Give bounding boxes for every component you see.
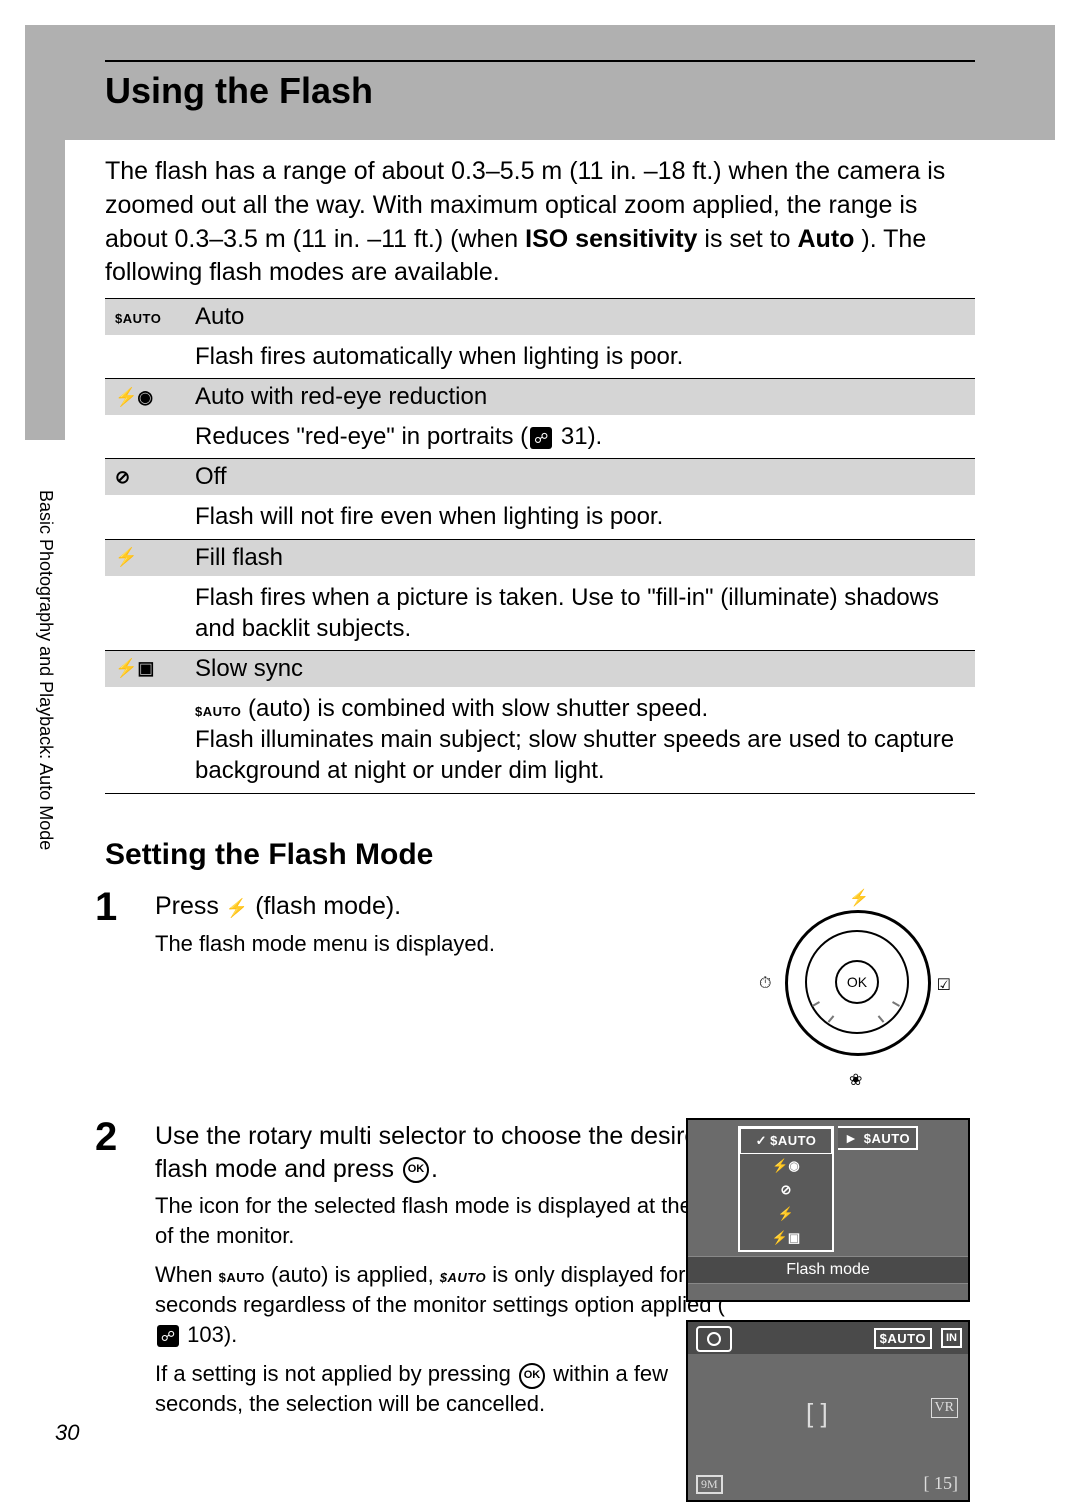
slowsync-rest: Flash illuminates main subject; slow shu… xyxy=(195,726,954,784)
flash-mode-icon: ⚡ xyxy=(226,898,248,918)
intro-bold-iso: ISO sensitivity xyxy=(525,225,697,253)
step-number: 2 xyxy=(95,1115,117,1160)
camera-mode-icon xyxy=(696,1326,732,1352)
mode-desc: Flash will not fire even when lighting i… xyxy=(185,495,975,539)
rotary-multi-selector-diagram: OK ⚡ ❀ ⏱ ☑ xyxy=(755,890,955,1090)
p3-pre: If a setting is not applied by pressing xyxy=(155,1361,517,1386)
auto-label: $AUTO xyxy=(880,1331,926,1346)
ok-button-icon: OK xyxy=(835,960,879,1004)
option-slowsync: ⚡▣ xyxy=(740,1226,832,1250)
mode-row-auto: $AUTO Auto xyxy=(105,299,975,336)
monitor-flash-mode-menu: ✓ $AUTO ⚡◉ ⊘ ⚡ ⚡▣ ► $AUTO Flash mode xyxy=(686,1118,970,1302)
mode-row-fill: ⚡ Fill flash xyxy=(105,539,975,576)
left-gray-band xyxy=(25,140,65,440)
dial-top-flash-icon: ⚡ xyxy=(849,888,869,908)
mode-desc: Reduces "red-eye" in portraits (☍ 31). xyxy=(185,415,975,459)
ok-inline-icon: OK xyxy=(403,1157,429,1183)
dial-bottom-macro-icon: ❀ xyxy=(849,1070,862,1090)
option-fill: ⚡ xyxy=(740,1202,832,1226)
step-1: 1 Press ⚡ (flash mode). The flash mode m… xyxy=(115,890,780,968)
monitor-shooting-display: $AUTO IN [ ] VR 9M [ 15] xyxy=(686,1320,970,1502)
option-auto: ✓ $AUTO xyxy=(740,1128,832,1154)
slowsync-lead: (auto) is combined with slow shutter spe… xyxy=(241,695,708,722)
mode-name: Auto with red-eye reduction xyxy=(185,379,975,416)
step-1-body: The flash mode menu is displayed. xyxy=(155,929,780,959)
page-ref-icon: ☍ xyxy=(157,1325,179,1347)
desc-pre: Reduces "red-eye" in portraits ( xyxy=(195,423,528,450)
auto-icon-outline: $AUTO xyxy=(440,1270,486,1285)
vr-indicator: VR xyxy=(931,1398,958,1418)
p2-end: ). xyxy=(224,1322,237,1347)
title-rule xyxy=(105,60,975,62)
mode-name: Auto xyxy=(185,299,975,336)
page-title: Using the Flash xyxy=(105,70,373,112)
opt-label: $AUTO xyxy=(770,1133,816,1148)
page-ref: 103 xyxy=(187,1322,224,1347)
page-ref: 31 xyxy=(561,423,588,450)
p2-mid: (auto) is applied, xyxy=(265,1262,440,1287)
section-setting-flash-mode: Setting the Flash Mode xyxy=(105,838,433,872)
page-ref-icon: ☍ xyxy=(530,427,552,449)
shots-remaining: [ 15] xyxy=(924,1473,959,1494)
mode-desc: Flash fires when a picture is taken. Use… xyxy=(185,576,975,651)
mode-row-slowsync: ⚡▣ Slow sync xyxy=(105,650,975,687)
dial-right-exposure-icon: ☑ xyxy=(937,975,951,995)
flash-off-icon: ⊘ xyxy=(115,467,130,488)
ok-inline-icon: OK xyxy=(519,1363,545,1389)
option-off: ⊘ xyxy=(740,1178,832,1202)
step-2-p1: The icon for the selected flash mode is … xyxy=(155,1191,750,1250)
slowsync-auto-icon: $AUTO xyxy=(195,704,241,719)
intro-text-2: is set to xyxy=(704,225,797,253)
desc-post: ). xyxy=(588,423,603,450)
intro-paragraph: The flash has a range of about 0.3–5.5 m… xyxy=(105,155,975,290)
step-2: 2 Use the rotary multi selector to choos… xyxy=(115,1120,750,1429)
side-chapter-label: Basic Photography and Playback: Auto Mod… xyxy=(35,490,56,850)
current-mode-tag: ► $AUTO xyxy=(838,1126,918,1150)
mode-name: Slow sync xyxy=(185,650,975,687)
menu-caption: Flash mode xyxy=(688,1256,968,1284)
step1-pre: Press xyxy=(155,892,226,920)
mode-row-redeye: ⚡◉ Auto with red-eye reduction xyxy=(105,379,975,416)
tag-label: $AUTO xyxy=(864,1131,910,1146)
flash-redeye-icon: ⚡◉ xyxy=(115,387,153,408)
mode-desc: $AUTO (auto) is combined with slow shutt… xyxy=(185,687,975,793)
auto-flash-indicator: $AUTO xyxy=(874,1328,932,1349)
option-redeye: ⚡◉ xyxy=(740,1154,832,1178)
mode-row-off: ⊘ Off xyxy=(105,459,975,496)
p2-pre: When xyxy=(155,1262,219,1287)
step-2-p2: When $AUTO (auto) is applied, $AUTO is o… xyxy=(155,1260,750,1349)
step-number: 1 xyxy=(95,885,117,930)
step-1-title: Press ⚡ (flash mode). xyxy=(155,890,780,923)
step-2-title: Use the rotary multi selector to choose … xyxy=(155,1120,750,1185)
flash-mode-dropdown: ✓ $AUTO ⚡◉ ⊘ ⚡ ⚡▣ xyxy=(738,1126,834,1252)
mode-name: Off xyxy=(185,459,975,496)
af-area-brackets: [ ] xyxy=(806,1398,828,1429)
mode-desc: Flash fires automatically when lighting … xyxy=(185,335,975,379)
mode-name: Fill flash xyxy=(185,539,975,576)
page-number: 30 xyxy=(55,1420,79,1446)
step-2-p3: If a setting is not applied by pressing … xyxy=(155,1359,750,1418)
auto-icon: $AUTO xyxy=(219,1270,265,1285)
flash-fill-icon: ⚡ xyxy=(115,547,137,568)
step2-post: . xyxy=(431,1155,438,1183)
internal-memory-icon: IN xyxy=(941,1328,962,1348)
flash-auto-icon: $AUTO xyxy=(115,311,161,326)
image-size-indicator: 9M xyxy=(696,1475,723,1494)
flash-modes-table: $AUTO Auto Flash fires automatically whe… xyxy=(105,298,975,794)
flash-slowsync-icon: ⚡▣ xyxy=(115,658,154,679)
step1-post: (flash mode). xyxy=(248,892,401,920)
dial-left-timer-icon: ⏱ xyxy=(759,975,771,993)
intro-bold-auto: Auto xyxy=(798,225,855,253)
